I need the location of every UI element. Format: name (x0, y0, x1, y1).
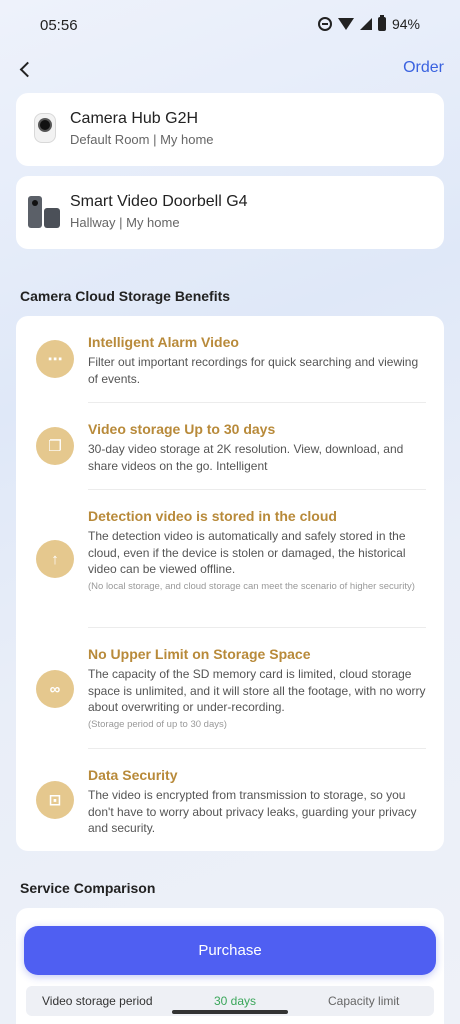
benefit-title: Intelligent Alarm Video (88, 334, 239, 350)
benefits-section-title: Camera Cloud Storage Benefits (20, 288, 231, 304)
gesture-bar (172, 1010, 288, 1014)
benefits-card: ⋯ Intelligent Alarm Video Filter out imp… (16, 316, 444, 851)
divider (88, 748, 426, 749)
copy-stack-icon: ❐ (36, 427, 74, 465)
device-location: Hallway | My home (70, 215, 180, 230)
doorbell-thumbnail (28, 194, 62, 230)
benefit-note: (No local storage, and cloud storage can… (88, 580, 415, 592)
divider (88, 627, 426, 628)
status-icons: 94% (317, 15, 420, 32)
benefit-description: The capacity of the SD memory card is li… (88, 666, 428, 732)
benefit-description: 30-day video storage at 2K resolution. V… (88, 442, 404, 473)
benefit-title: Detection video is stored in the cloud (88, 508, 337, 524)
camera-hub-thumbnail (28, 111, 62, 147)
comparison-label: Video storage period (42, 994, 153, 1008)
camera-icon (34, 113, 56, 143)
chime-icon (44, 208, 60, 228)
infinity-icon: ∞ (36, 670, 74, 708)
cloud-value: 30 days (214, 994, 257, 1008)
device-card-doorbell[interactable]: Smart Video Doorbell G4 Hallway | My hom… (16, 176, 444, 249)
benefit-description: The detection video is automatically and… (88, 528, 428, 594)
battery-percent: 94% (391, 16, 420, 32)
status-time: 05:56 (40, 17, 78, 34)
do-not-disturb-icon (317, 17, 332, 31)
back-button[interactable] (14, 56, 42, 84)
doorbell-icon (28, 196, 42, 228)
device-location: Default Room | My home (70, 132, 214, 147)
benefit-description-text: The detection video is automatically and… (88, 529, 406, 576)
comparison-section-title: Service Comparison (20, 880, 156, 896)
battery-icon (377, 15, 386, 31)
benefit-title: No Upper Limit on Storage Space (88, 646, 311, 662)
local-value: Capacity limit (328, 994, 400, 1008)
divider (88, 402, 426, 403)
lock-icon: ⊡ (36, 781, 74, 819)
chat-bubble-icon: ⋯ (36, 340, 74, 378)
cloud-upload-icon: ↑ (36, 540, 74, 578)
benefit-title: Video storage Up to 30 days (88, 421, 276, 437)
back-arrow-icon (19, 61, 36, 78)
benefit-description: The video is encrypted from transmission… (88, 788, 417, 835)
device-card-camera-hub[interactable]: Camera Hub G2H Default Room | My home (16, 93, 444, 166)
status-bar: 05:56 94% (0, 0, 460, 52)
benefit-note: (Storage period of up to 30 days) (88, 718, 227, 730)
top-nav: Order (0, 52, 460, 86)
purchase-button[interactable]: Purchase (24, 926, 436, 975)
order-link[interactable]: Order (403, 59, 444, 77)
divider (88, 489, 426, 490)
wifi-icon (337, 18, 354, 30)
benefit-title: Data Security (88, 767, 178, 783)
benefit-description: Filter out important recordings for quic… (88, 355, 419, 386)
device-name: Camera Hub G2H (70, 110, 199, 127)
signal-icon (359, 18, 372, 30)
benefit-description-text: The capacity of the SD memory card is li… (88, 667, 426, 714)
device-name: Smart Video Doorbell G4 (70, 193, 248, 210)
